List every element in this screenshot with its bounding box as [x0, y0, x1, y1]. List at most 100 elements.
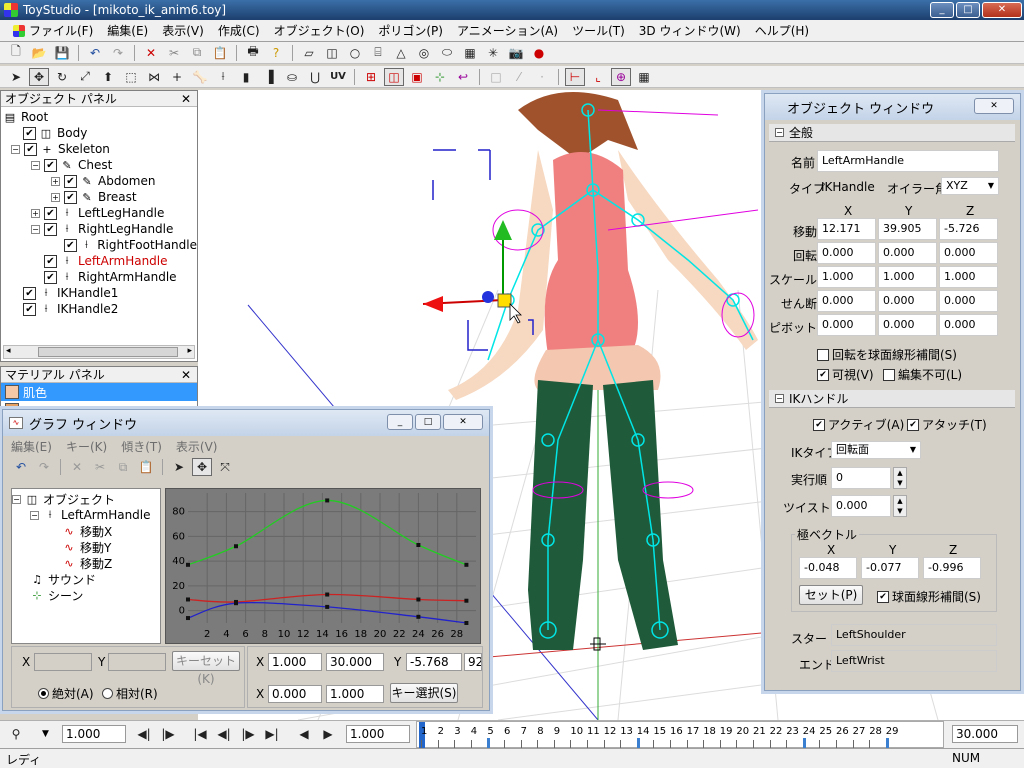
scale-icon[interactable]: ⤢: [75, 68, 95, 86]
key-x-field[interactable]: [34, 653, 92, 671]
euler-select[interactable]: XYZ ▼: [941, 177, 999, 195]
xform-x-field[interactable]: 0.000: [817, 242, 876, 264]
save-icon[interactable]: 💾: [52, 44, 72, 62]
xform-z-field[interactable]: 0.000: [939, 290, 998, 312]
extrude-icon[interactable]: ⬆: [98, 68, 118, 86]
expand-icon[interactable]: +: [31, 208, 40, 218]
menu-view[interactable]: 表示(V): [176, 438, 218, 455]
menu-help[interactable]: ヘルプ(H): [748, 22, 816, 39]
face-select-icon[interactable]: □: [486, 68, 506, 86]
bucket-icon[interactable]: ⛀: [282, 68, 302, 86]
link-icon[interactable]: ↩: [453, 68, 473, 86]
tree-item-scene[interactable]: ⊹ シーン: [12, 587, 160, 603]
menu-edit[interactable]: 編集(E): [100, 22, 155, 39]
pole-z-field[interactable]: -0.996: [923, 557, 981, 579]
maximize-button[interactable]: □: [956, 2, 980, 18]
set-pole-button[interactable]: セット(P): [799, 585, 863, 605]
keyframe-marker[interactable]: [636, 738, 640, 748]
axis-icon[interactable]: ⊹: [430, 68, 450, 86]
general-section-header[interactable]: − 全般: [769, 124, 1015, 142]
move-icon[interactable]: ✥: [29, 67, 49, 86]
slerp-checkbox[interactable]: ✔ 球面線形補間(S): [877, 588, 981, 605]
delete-icon[interactable]: ✕: [67, 458, 87, 476]
keyframe-marker[interactable]: [885, 738, 889, 748]
move-icon[interactable]: ✥: [192, 458, 212, 476]
undo-icon[interactable]: ↶: [85, 44, 105, 62]
tree-item-abdomen[interactable]: + ✔ ✎ Abdomen: [3, 173, 197, 189]
tree-item-move-y[interactable]: ∿ 移動Y: [12, 539, 160, 555]
curve-graph[interactable]: 2 4 6 8 10 12 14 16 18 20 22 24 26 28 0 20 40 60 80: [165, 488, 481, 644]
key-time-min-field[interactable]: 0.000: [268, 685, 322, 703]
tree-item-leftleghandle[interactable]: + ✔ ⟊ LeftLegHandle: [3, 205, 197, 221]
twist-spinner[interactable]: ▲ ▼: [893, 495, 907, 517]
select-arrow-icon[interactable]: ➤: [6, 68, 26, 86]
visibility-checkbox[interactable]: ✔: [44, 270, 57, 284]
ik-type-select[interactable]: 回転面 ▼: [831, 441, 921, 459]
collapse-icon[interactable]: −: [11, 144, 20, 154]
print-icon[interactable]: 🖶: [243, 44, 263, 62]
plane-icon[interactable]: ▱: [299, 44, 319, 62]
ik-lock-icon[interactable]: ⊢: [565, 67, 585, 86]
xform-z-field[interactable]: 0.000: [939, 242, 998, 264]
step-field[interactable]: 1.000: [346, 725, 410, 743]
menu-view[interactable]: 表示(V): [155, 22, 211, 39]
collapse-icon[interactable]: −: [775, 128, 784, 137]
tree-item-body[interactable]: ✔ ◫ Body: [3, 125, 197, 141]
keyframe-marker[interactable]: [802, 738, 806, 748]
xform-z-field[interactable]: 1.000: [939, 266, 998, 288]
visibility-checkbox[interactable]: ✔: [23, 286, 36, 300]
tree-item-rightfoothandle[interactable]: ✔ ⟊ RightFootHandle: [3, 237, 197, 253]
graph-window-titlebar[interactable]: ∿ グラフ ウィンドウ _ □ ✕: [3, 410, 489, 436]
maximize-button[interactable]: □: [415, 414, 441, 430]
redo-icon[interactable]: ↷: [108, 44, 128, 62]
cut-icon[interactable]: ✂: [164, 44, 184, 62]
pole-x-field[interactable]: -0.048: [799, 557, 857, 579]
copy-icon[interactable]: ⧉: [187, 44, 207, 62]
add-point-icon[interactable]: +: [167, 68, 187, 86]
menu-key[interactable]: キー(K): [66, 438, 107, 455]
scroll-right-icon[interactable]: ▸: [187, 346, 192, 356]
absolute-radio[interactable]: 絶対(A): [38, 685, 94, 702]
tree-item-move-x[interactable]: ∿ 移動X: [12, 523, 160, 539]
scrollbar-thumb[interactable]: [38, 347, 178, 357]
minimize-button[interactable]: _: [387, 414, 413, 430]
tree-item-sound[interactable]: ♫ サウンド: [12, 571, 160, 587]
menu-polygon[interactable]: ポリゴン(P): [371, 22, 450, 39]
ik-section-header[interactable]: − IKハンドル: [769, 390, 1015, 408]
gizmo-x-arrow[interactable]: [423, 296, 443, 312]
new-file-icon[interactable]: 🗋: [6, 44, 26, 62]
cone-icon[interactable]: △: [391, 44, 411, 62]
uv-icon[interactable]: UV: [328, 68, 348, 86]
next-frame-icon[interactable]: |▶: [238, 725, 258, 743]
active-checkbox[interactable]: ✔ アクティブ(A): [813, 416, 904, 433]
magnet-icon[interactable]: ⋃: [305, 68, 325, 86]
close-icon[interactable]: ✕: [181, 367, 191, 383]
prev-key-icon[interactable]: ◀|: [134, 725, 154, 743]
attach-checkbox[interactable]: ✔ アタッチ(T): [907, 416, 987, 433]
tree-item-ikhandle2[interactable]: ✔ ⟊ IKHandle2: [3, 301, 197, 317]
visibility-checkbox[interactable]: ✔: [44, 158, 57, 172]
horizontal-scrollbar[interactable]: ◂ ▸: [3, 345, 195, 359]
curve-graph-canvas[interactable]: 2 4 6 8 10 12 14 16 18 20 22 24 26 28020406080: [166, 489, 480, 643]
last-frame-icon[interactable]: ▶|: [262, 725, 282, 743]
tree-item-ikhandle1[interactable]: ✔ ⟊ IKHandle1: [3, 285, 197, 301]
key-tool-icon[interactable]: ⚲: [6, 725, 26, 743]
visibility-checkbox[interactable]: ✔: [64, 238, 77, 252]
copy-icon[interactable]: ⧉: [113, 458, 133, 476]
tree-item-rightleghandle[interactable]: − ✔ ⟊ RightLegHandle: [3, 221, 197, 237]
visibility-checkbox[interactable]: ✔: [23, 126, 36, 140]
torus-icon[interactable]: ◎: [414, 44, 434, 62]
key-set-button[interactable]: キーセット(K): [172, 651, 240, 686]
tree-item-root[interactable]: ▤ Root: [3, 109, 197, 125]
open-folder-icon[interactable]: 📂: [29, 44, 49, 62]
edge-select-icon[interactable]: ⁄: [509, 68, 529, 86]
collapse-icon[interactable]: −: [30, 510, 39, 520]
xform-y-field[interactable]: 0.000: [878, 242, 937, 264]
delete-icon[interactable]: ✕: [141, 44, 161, 62]
xform-x-field[interactable]: 12.171: [817, 218, 876, 240]
menu-3d-window[interactable]: 3D ウィンドウ(W): [632, 22, 748, 39]
collapse-icon[interactable]: −: [31, 224, 40, 234]
select-arrow-icon[interactable]: ➤: [169, 458, 189, 476]
key-y-field[interactable]: [108, 653, 166, 671]
collapse-icon[interactable]: −: [775, 394, 784, 403]
